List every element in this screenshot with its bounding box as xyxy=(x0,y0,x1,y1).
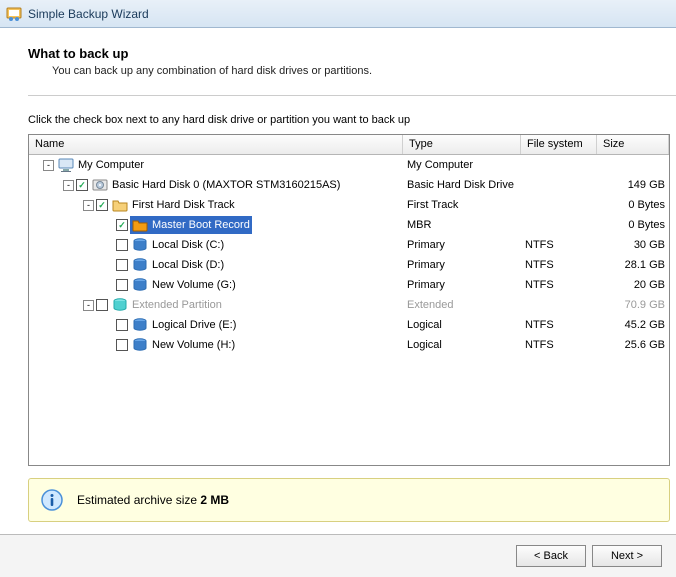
row-type: MBR xyxy=(403,219,521,231)
col-header-type[interactable]: Type xyxy=(403,135,521,154)
row-type: Extended xyxy=(403,299,521,311)
tree-row[interactable]: Logical Drive (E:) LogicalNTFS45.2 GB xyxy=(29,315,669,335)
wizard-footer: < Back Next > xyxy=(0,534,676,577)
tree-toggle[interactable]: - xyxy=(83,300,94,311)
estimate-text: Estimated archive size 2 MB xyxy=(77,493,229,507)
row-checkbox[interactable] xyxy=(76,179,88,191)
row-checkbox[interactable] xyxy=(116,339,128,351)
drive-cyan-icon xyxy=(112,297,128,313)
row-size: 0 Bytes xyxy=(597,199,669,211)
row-checkbox[interactable] xyxy=(116,279,128,291)
folder-orange-icon xyxy=(132,217,148,233)
row-checkbox[interactable] xyxy=(116,259,128,271)
row-checkbox[interactable] xyxy=(96,199,108,211)
row-label: My Computer xyxy=(78,159,144,171)
row-type: Primary xyxy=(403,239,521,251)
estimate-value: 2 MB xyxy=(200,493,229,507)
tree-row[interactable]: - First Hard Disk Track First Track 0 Bytes xyxy=(29,195,669,215)
drive-icon xyxy=(132,317,148,333)
back-button[interactable]: < Back xyxy=(516,545,586,567)
partition-tree-grid: Name Type File system Size -My ComputerM… xyxy=(28,134,670,466)
drive-icon xyxy=(132,237,148,253)
app-icon xyxy=(6,6,22,22)
tree-row[interactable]: - Extended Partition Extended 70.9 GB xyxy=(29,295,669,315)
drive-icon xyxy=(132,277,148,293)
drive-icon xyxy=(132,257,148,273)
row-label: Master Boot Record xyxy=(152,219,250,231)
row-filesystem: NTFS xyxy=(521,239,597,251)
row-label: First Hard Disk Track xyxy=(132,199,235,211)
row-type: First Track xyxy=(403,199,521,211)
row-size: 45.2 GB xyxy=(597,319,669,331)
row-size: 25.6 GB xyxy=(597,339,669,351)
estimate-bar: Estimated archive size 2 MB xyxy=(28,478,670,522)
row-size: 0 Bytes xyxy=(597,219,669,231)
tree-row[interactable]: - My Computer My Computer xyxy=(29,155,669,175)
window-title: Simple Backup Wizard xyxy=(28,7,149,21)
computer-icon xyxy=(58,157,74,173)
tree-row[interactable]: Local Disk (C:) PrimaryNTFS30 GB xyxy=(29,235,669,255)
divider xyxy=(28,95,676,96)
row-label: New Volume (G:) xyxy=(152,279,236,291)
title-bar: Simple Backup Wizard xyxy=(0,0,676,28)
row-filesystem: NTFS xyxy=(521,279,597,291)
row-type: Primary xyxy=(403,259,521,271)
row-label: Logical Drive (E:) xyxy=(152,319,236,331)
row-size: 20 GB xyxy=(597,279,669,291)
row-size: 30 GB xyxy=(597,239,669,251)
row-checkbox[interactable] xyxy=(116,319,128,331)
tree-row[interactable]: New Volume (G:) PrimaryNTFS20 GB xyxy=(29,275,669,295)
row-checkbox[interactable] xyxy=(116,219,128,231)
grid-header: Name Type File system Size xyxy=(29,135,669,155)
row-label: New Volume (H:) xyxy=(152,339,235,351)
estimate-prefix: Estimated archive size xyxy=(77,493,200,507)
col-header-name[interactable]: Name xyxy=(29,135,403,154)
instruction-text: Click the check box next to any hard dis… xyxy=(28,114,676,126)
tree-toggle[interactable]: - xyxy=(63,180,74,191)
page-headline: What to back up xyxy=(28,46,676,61)
tree-row[interactable]: Local Disk (D:) PrimaryNTFS28.1 GB xyxy=(29,255,669,275)
next-button[interactable]: Next > xyxy=(592,545,662,567)
disk-icon xyxy=(92,177,108,193)
row-filesystem: NTFS xyxy=(521,259,597,271)
folder-icon xyxy=(112,197,128,213)
col-header-size[interactable]: Size xyxy=(597,135,669,154)
page-subhead: You can back up any combination of hard … xyxy=(52,65,676,77)
row-type: Primary xyxy=(403,279,521,291)
drive-icon xyxy=(132,337,148,353)
row-type: My Computer xyxy=(403,159,521,171)
tree-row[interactable]: New Volume (H:) LogicalNTFS25.6 GB xyxy=(29,335,669,355)
row-type: Logical xyxy=(403,339,521,351)
info-icon xyxy=(41,489,63,511)
row-filesystem: NTFS xyxy=(521,319,597,331)
row-filesystem: NTFS xyxy=(521,339,597,351)
row-label: Extended Partition xyxy=(132,299,222,311)
row-label: Local Disk (D:) xyxy=(152,259,224,271)
row-size: 70.9 GB xyxy=(597,299,669,311)
row-label: Basic Hard Disk 0 (MAXTOR STM3160215AS) xyxy=(112,179,340,191)
row-type: Logical xyxy=(403,319,521,331)
tree-row[interactable]: - Basic Hard Disk 0 (MAXTOR STM3160215AS)… xyxy=(29,175,669,195)
row-checkbox[interactable] xyxy=(116,239,128,251)
tree-toggle[interactable]: - xyxy=(83,200,94,211)
tree-row[interactable]: Master Boot Record MBR 0 Bytes xyxy=(29,215,669,235)
tree-toggle[interactable]: - xyxy=(43,160,54,171)
row-size: 28.1 GB xyxy=(597,259,669,271)
row-type: Basic Hard Disk Drive xyxy=(403,179,521,191)
row-size: 149 GB xyxy=(597,179,669,191)
grid-body[interactable]: -My ComputerMy Computer-Basic Hard Disk … xyxy=(29,155,669,465)
row-checkbox[interactable] xyxy=(96,299,108,311)
col-header-filesystem[interactable]: File system xyxy=(521,135,597,154)
row-label: Local Disk (C:) xyxy=(152,239,224,251)
